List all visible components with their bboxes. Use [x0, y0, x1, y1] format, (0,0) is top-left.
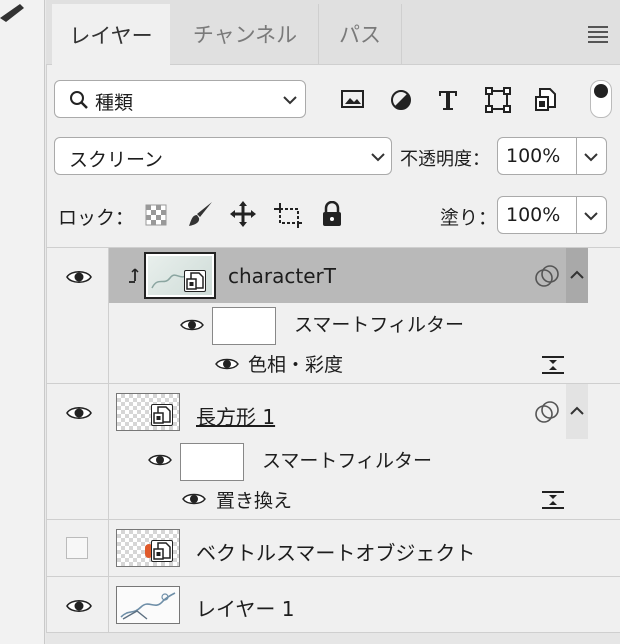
- smart-object-badge-icon: [151, 540, 173, 562]
- layer-thumbnail-rectangle: [116, 393, 180, 431]
- smart-filter-mask-icon[interactable]: [534, 400, 560, 424]
- eye-icon[interactable]: [215, 356, 239, 372]
- smart-filter-label: スマートフィルター: [262, 450, 433, 472]
- smart-filter-mask-icon[interactable]: [534, 264, 560, 288]
- tool-strip: [0, 0, 45, 644]
- filter-kind-select[interactable]: 種類: [54, 80, 306, 118]
- filter-blending-options-icon[interactable]: [541, 490, 565, 510]
- thumbnail-sketch-icon: [120, 592, 176, 620]
- brush-tool-icon[interactable]: [0, 0, 30, 30]
- lock-position-move-icon[interactable]: [229, 200, 257, 228]
- filter-name-displace[interactable]: 置き換え: [216, 486, 292, 513]
- opacity-field[interactable]: 100%: [497, 137, 607, 175]
- fill-field[interactable]: 100%: [497, 196, 607, 234]
- tab-layers[interactable]: レイヤー: [52, 4, 170, 66]
- filter-name-hue-saturation[interactable]: 色相・彩度: [248, 350, 343, 377]
- chevron-up-icon[interactable]: [570, 406, 584, 416]
- layer-name-rectangle[interactable]: 長方形 1: [196, 401, 275, 430]
- chevron-down-icon: [371, 153, 385, 162]
- panel-footer: [46, 633, 620, 644]
- chevron-down-icon[interactable]: [584, 152, 598, 162]
- tab-channels[interactable]: チャンネル: [172, 4, 319, 64]
- lock-all-icon[interactable]: [321, 201, 343, 227]
- adjustment-filter-icon[interactable]: [389, 88, 413, 112]
- lock-transparent-pixels-icon[interactable]: [145, 204, 167, 226]
- smart-object-badge-icon: [151, 404, 173, 426]
- eye-icon[interactable]: [66, 268, 92, 286]
- opacity-value: 100%: [506, 145, 561, 167]
- filter-kind-value: 種類: [95, 92, 134, 114]
- layer-thumbnail-vector-smart-object: [116, 529, 180, 567]
- image-filter-icon[interactable]: [340, 88, 366, 110]
- smart-filter-mask-thumbnail[interactable]: [212, 307, 276, 345]
- eye-icon[interactable]: [182, 491, 206, 507]
- lock-artboard-icon[interactable]: [274, 201, 302, 229]
- lock-label: ロック：: [58, 207, 135, 229]
- layer-thumbnail-layer1: [116, 586, 180, 624]
- clipping-mask-arrow-icon: [129, 268, 139, 283]
- layer-name-charactert[interactable]: characterT: [228, 264, 336, 288]
- type-filter-icon[interactable]: [436, 88, 460, 112]
- smart-object-badge-icon: [184, 270, 206, 292]
- panel-menu-icon[interactable]: [588, 26, 608, 46]
- blend-mode-select[interactable]: スクリーン: [54, 137, 392, 175]
- search-icon: [70, 91, 88, 109]
- lock-image-pixels-brush-icon[interactable]: [188, 201, 214, 229]
- smart-object-filter-icon[interactable]: [534, 87, 558, 113]
- chevron-down-icon[interactable]: [584, 211, 598, 221]
- smart-filter-mask-thumbnail[interactable]: [180, 443, 244, 481]
- eye-icon[interactable]: [66, 404, 92, 422]
- eye-icon[interactable]: [180, 317, 204, 333]
- filter-blending-options-icon[interactable]: [541, 355, 565, 375]
- smart-filter-label: スマートフィルター: [294, 314, 465, 336]
- visibility-column-divider: [108, 248, 109, 632]
- layer-name-vector-smart-object[interactable]: ベクトルスマートオブジェクト: [196, 537, 475, 566]
- blend-mode-value: スクリーン: [69, 149, 164, 171]
- fill-label: 塗り：: [440, 207, 498, 229]
- layer-name-layer1[interactable]: レイヤー 1: [196, 593, 294, 622]
- layer-thumbnail-charactert: [144, 252, 216, 299]
- eye-icon[interactable]: [148, 452, 172, 468]
- shape-filter-icon[interactable]: [485, 87, 511, 113]
- filter-toggle-switch[interactable]: [590, 80, 612, 118]
- fill-value: 100%: [506, 204, 561, 226]
- chevron-up-icon[interactable]: [570, 270, 584, 280]
- tab-paths[interactable]: パス: [319, 4, 402, 64]
- opacity-label: 不透明度：: [400, 149, 490, 170]
- panel-tab-bar: レイヤー チャンネル パス: [46, 0, 620, 66]
- chevron-down-icon: [283, 96, 297, 105]
- eye-icon[interactable]: [66, 597, 92, 615]
- visibility-toggle-off[interactable]: [66, 537, 88, 559]
